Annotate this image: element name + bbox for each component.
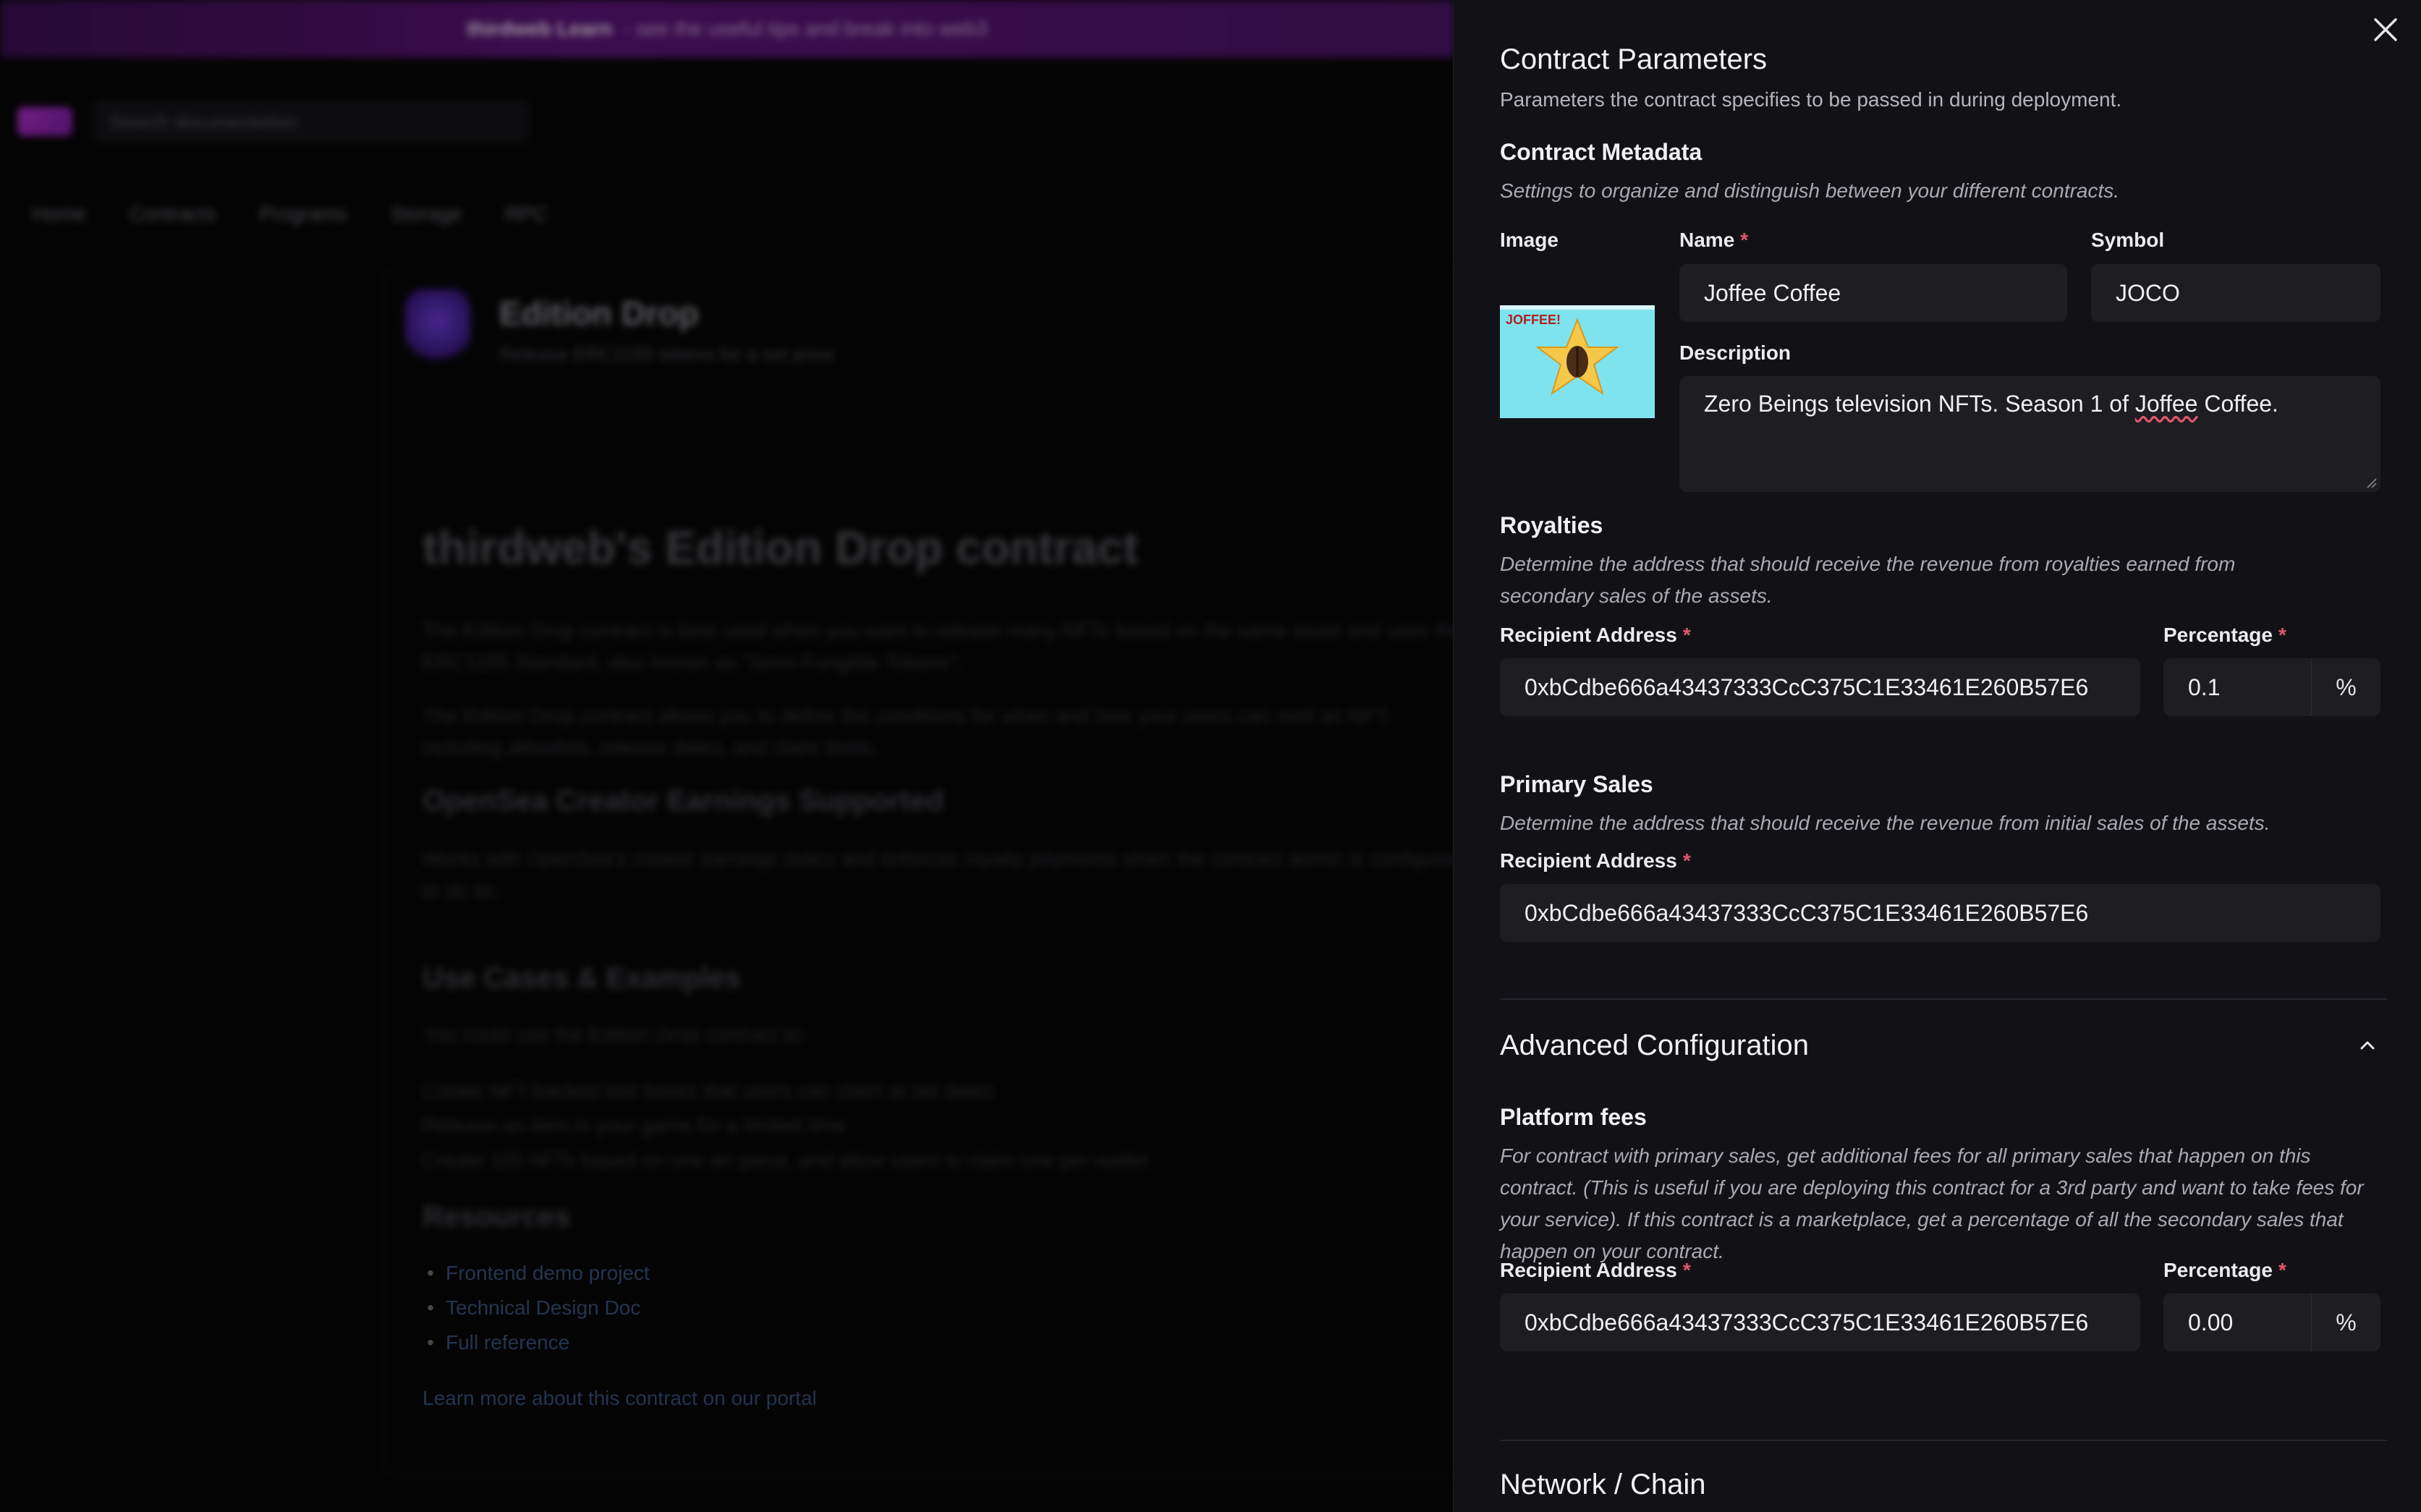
platform-percentage-field[interactable]: 0.00 % — [2163, 1294, 2380, 1351]
divider — [1500, 998, 2387, 1000]
image-label: Image — [1500, 229, 1559, 251]
chevron-up-icon — [2360, 1041, 2375, 1050]
advanced-configuration-toggle[interactable]: Advanced Configuration — [1500, 1016, 2387, 1074]
symbol-field[interactable]: JOCO — [2091, 264, 2380, 322]
royalty-percentage-label: Percentage * — [2163, 624, 2286, 646]
symbol-label: Symbol — [2091, 229, 2165, 251]
royalty-recipient-label: Recipient Address * — [1500, 624, 1691, 646]
background-page: thirdweb Learn - see the useful tips and… — [0, 0, 1454, 1512]
description-label: Description — [1679, 341, 1792, 364]
primary-recipient-field[interactable]: 0xbCdbe666a43437333CcC375C1E33461E260B57… — [1500, 884, 2380, 942]
platform-recipient-label: Recipient Address * — [1500, 1259, 1691, 1281]
divider — [1500, 1440, 2387, 1441]
primary-sales-description: Determine the address that should receiv… — [1500, 812, 2271, 834]
panel-title: Contract Parameters — [1500, 43, 1768, 75]
platform-fees-description: For contract with primary sales, get add… — [1500, 1144, 2364, 1262]
image-caption: JOFFEE! — [1506, 313, 1561, 327]
network-chain-title: Network / Chain — [1500, 1469, 1706, 1500]
advanced-configuration-title: Advanced Configuration — [1500, 1029, 1809, 1061]
royalty-percentage-value: 0.1 — [2188, 674, 2221, 700]
platform-fees-title: Platform fees — [1500, 1104, 1647, 1130]
platform-recipient-field[interactable]: 0xbCdbe666a43437333CcC375C1E33461E260B57… — [1500, 1294, 2140, 1351]
description-text-start: Zero Beings television NFTs. Season 1 of — [1704, 391, 2135, 417]
royalty-percentage-field[interactable]: 0.1 % — [2163, 658, 2380, 716]
description-text-end: Coffee. — [2197, 391, 2278, 417]
percent-suffix: % — [2311, 1294, 2380, 1351]
primary-recipient-label: Recipient Address * — [1500, 849, 1691, 872]
contract-parameters-drawer: Contract Parameters Parameters the contr… — [1453, 0, 2421, 1512]
modal-overlay[interactable] — [0, 0, 1454, 1512]
platform-percentage-value: 0.00 — [2188, 1309, 2234, 1335]
close-button[interactable] — [2366, 10, 2405, 49]
primary-sales-title: Primary Sales — [1500, 771, 1653, 797]
platform-percentage-label: Percentage * — [2163, 1259, 2286, 1281]
name-field[interactable]: Joffee Coffee — [1679, 264, 2067, 322]
image-upload[interactable]: JOFFEE! — [1500, 305, 1655, 418]
royalties-title: Royalties — [1500, 512, 1603, 538]
resize-handle-icon[interactable] — [2365, 476, 2378, 489]
description-textarea[interactable]: Zero Beings television NFTs. Season 1 of… — [1679, 376, 2380, 492]
spellcheck-word: Joffee — [2134, 391, 2198, 417]
royalty-recipient-field[interactable]: 0xbCdbe666a43437333CcC375C1E33461E260B57… — [1500, 658, 2140, 716]
panel-subtitle: Parameters the contract specifies to be … — [1500, 88, 2122, 111]
close-icon — [2374, 18, 2397, 41]
metadata-title: Contract Metadata — [1500, 139, 1703, 165]
royalties-description: Determine the address that should receiv… — [1500, 553, 2236, 607]
name-label: Name * — [1679, 229, 1749, 251]
percent-suffix: % — [2311, 658, 2380, 716]
metadata-description: Settings to organize and distinguish bet… — [1500, 179, 2120, 202]
